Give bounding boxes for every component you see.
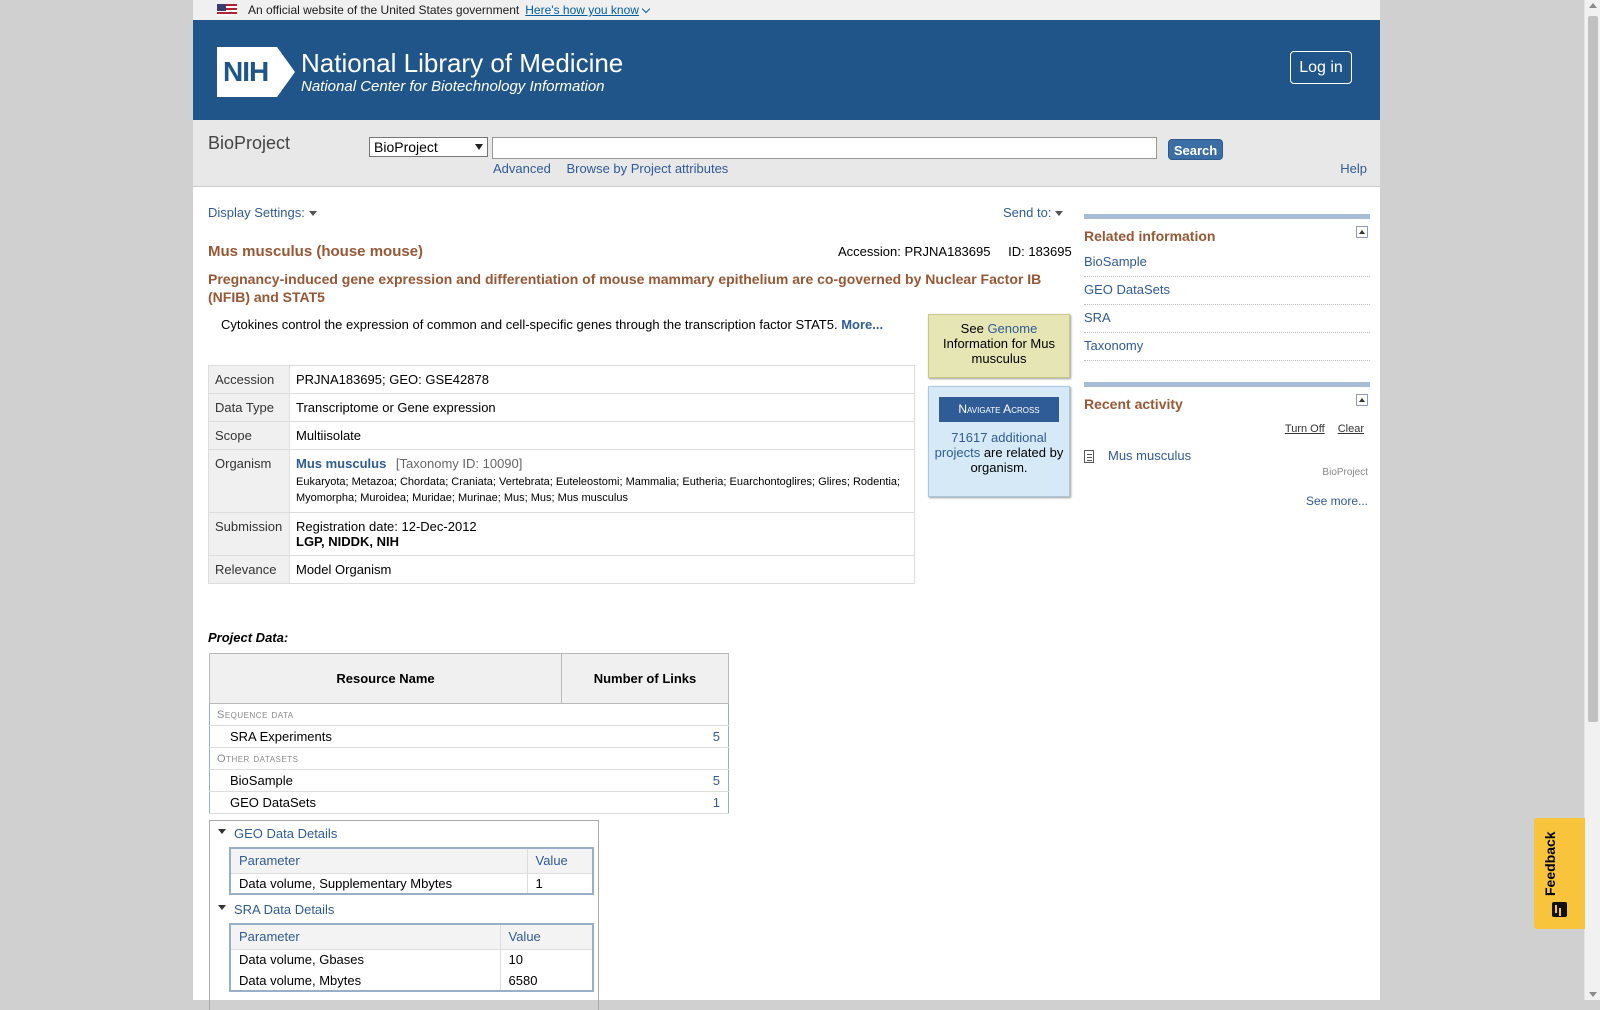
number-of-links-header: Number of Links <box>561 653 729 704</box>
collapse-icon[interactable] <box>1356 226 1368 238</box>
login-button[interactable]: Log in <box>1290 51 1352 84</box>
site-title: National Library of Medicine <box>301 48 624 78</box>
clear-link[interactable]: Clear <box>1338 423 1364 435</box>
database-select[interactable]: BioProject <box>369 137 488 157</box>
collapse-icon[interactable] <box>1356 394 1368 406</box>
how-you-know-link[interactable]: Here's how you know <box>525 3 651 17</box>
dropdown-arrow-icon <box>308 211 317 216</box>
resource-name-header: Resource Name <box>209 653 562 704</box>
table-row: Data volume, Supplementary Mbytes 1 <box>229 873 593 894</box>
site-header: NIH National Library of Medicine Nationa… <box>193 20 1380 120</box>
display-settings-menu[interactable]: Display Settings: <box>208 205 317 220</box>
recent-activity-item[interactable]: Mus musculus <box>1084 448 1191 464</box>
attr-row-submission: Submission Registration date: 12-Dec-201… <box>208 512 915 556</box>
project-description: Cytokines control the expression of comm… <box>221 317 884 332</box>
scrollbar-thumb[interactable] <box>1588 16 1598 722</box>
page: An official website of the United States… <box>193 0 1380 1010</box>
table-row: SRA Experiments 5 <box>209 725 729 748</box>
sra-data-details-toggle[interactable]: SRA Data Details <box>218 902 334 917</box>
accession-id-line: Accession: PRJNA183695 ID: 183695 <box>838 244 1072 259</box>
database-title: BioProject <box>208 133 291 153</box>
related-biosample-link[interactable]: BioSample <box>1084 254 1147 269</box>
recent-activity-panel: Recent activity Turn Off Clear Mus muscu… <box>1084 382 1370 512</box>
advanced-search-link[interactable]: Advanced <box>493 161 551 176</box>
project-data-title: Project Data: <box>208 630 289 645</box>
site-subtitle: National Center for Biotechnology Inform… <box>301 78 605 95</box>
recent-activity-title: Recent activity <box>1084 396 1183 412</box>
scroll-down-icon[interactable] <box>1589 992 1597 997</box>
nih-logo-icon: NIH <box>217 47 295 97</box>
taxonomy-id: [Taxonomy ID: 10090] <box>395 456 523 471</box>
table-row: Data volume, Mbytes 6580 <box>229 970 593 991</box>
dropdown-caret-icon <box>475 144 483 150</box>
more-link[interactable]: More... <box>841 317 883 332</box>
related-sra-link[interactable]: SRA <box>1084 310 1111 325</box>
project-data-table: Resource Name Number of Links Sequence d… <box>209 653 729 814</box>
chevron-down-icon <box>641 4 651 14</box>
sra-details-table: Parameter Value Data volume, Gbases 10 D… <box>229 923 594 992</box>
table-row: GEO DataSets 1 <box>209 791 729 814</box>
scroll-up-icon[interactable] <box>1589 3 1597 8</box>
organism-lineage: Eukaryota; Metazoa; Chordata; Craniata; … <box>296 476 901 504</box>
document-icon <box>1084 450 1094 464</box>
registration-date: Registration date: 12-Dec-2012 <box>296 519 477 534</box>
send-to-menu[interactable]: Send to: <box>1003 205 1064 220</box>
geo-datasets-count-link[interactable]: 1 <box>713 795 720 810</box>
help-link[interactable]: Help <box>1340 161 1367 176</box>
submitter-org: LGP, NIDDK, NIH <box>296 534 400 549</box>
attr-row-scope: Scope Multiisolate <box>208 421 915 450</box>
sra-experiments-count-link[interactable]: 5 <box>713 729 720 744</box>
organism-link[interactable]: Mus musculus <box>296 456 386 471</box>
table-row: BioSample 5 <box>209 769 729 792</box>
navigate-across-button[interactable]: Navigate Across <box>939 397 1059 422</box>
dropdown-arrow-icon <box>1055 211 1064 216</box>
recent-item-database: BioProject <box>1322 467 1368 478</box>
related-taxonomy-link[interactable]: Taxonomy <box>1084 338 1143 353</box>
search-button[interactable]: Search <box>1168 139 1223 160</box>
accession-label: Accession: PRJNA183695 <box>838 244 991 259</box>
us-flag-icon <box>217 4 237 16</box>
browse-attributes-link[interactable]: Browse by Project attributes <box>566 161 728 176</box>
attr-row-accession: Accession PRJNA183695; GEO: GSE42878 <box>208 365 915 394</box>
project-attributes-table: Accession PRJNA183695; GEO: GSE42878 Dat… <box>208 365 915 584</box>
data-details-box: GEO Data Details Parameter Value Data vo… <box>209 820 599 1010</box>
attr-row-data-type: Data Type Transcriptome or Gene expressi… <box>208 393 915 422</box>
related-information-panel: Related information BioSample GEO DataSe… <box>1084 214 1370 361</box>
table-row: Data volume, Gbases 10 <box>229 949 593 970</box>
search-input[interactable] <box>492 137 1157 159</box>
vertical-scrollbar[interactable] <box>1584 0 1600 1000</box>
nlm-logo[interactable]: NIH National Library of Medicine Nationa… <box>217 47 623 97</box>
biosample-count-link[interactable]: 5 <box>713 773 720 788</box>
organism-title: Mus musculus (house mouse) <box>208 243 424 260</box>
related-information-title: Related information <box>1084 228 1216 244</box>
feedback-icon <box>1552 902 1567 917</box>
section-sequence-data: Sequence data <box>209 703 729 726</box>
feedback-button[interactable]: Feedback <box>1534 818 1585 929</box>
gov-banner: An official website of the United States… <box>193 0 1380 20</box>
section-other-datasets: Other datasets <box>209 747 729 770</box>
search-bar: BioProject BioProject Search Advanced Br… <box>193 120 1380 187</box>
expand-triangle-icon <box>218 905 226 910</box>
see-more-link[interactable]: See more... <box>1306 494 1368 508</box>
id-label: ID: 183695 <box>1008 244 1072 259</box>
navigate-across-box: Navigate Across 71617 additional project… <box>928 386 1070 497</box>
project-title: Pregnancy-induced gene expression and di… <box>208 271 1042 305</box>
gov-banner-text: An official website of the United States… <box>248 3 520 17</box>
turn-off-link[interactable]: Turn Off <box>1285 423 1325 435</box>
related-geo-datasets-link[interactable]: GEO DataSets <box>1084 282 1170 297</box>
attr-row-relevance: Relevance Model Organism <box>208 555 915 584</box>
geo-data-details-toggle[interactable]: GEO Data Details <box>218 826 337 841</box>
attr-row-organism: Organism Mus musculus [Taxonomy ID: 1009… <box>208 449 915 513</box>
genome-link[interactable]: Genome <box>987 321 1037 336</box>
expand-triangle-icon <box>218 829 226 834</box>
genome-info-box: See Genome Information for Mus musculus <box>928 314 1070 378</box>
geo-details-table: Parameter Value Data volume, Supplementa… <box>229 847 594 895</box>
